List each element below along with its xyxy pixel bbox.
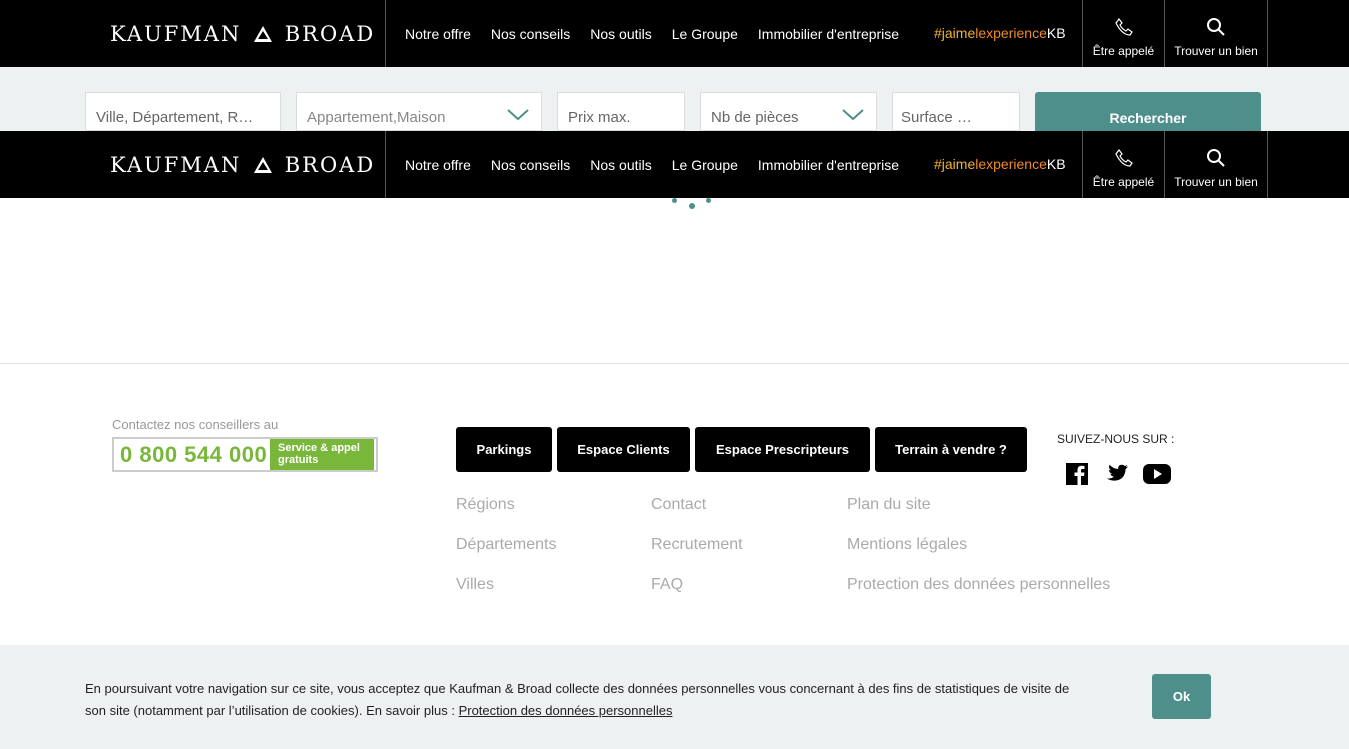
loading-spinner: [672, 198, 714, 210]
chevron-down-icon: [842, 109, 864, 121]
phone-tag-line1: Service & appel: [278, 442, 360, 454]
nav-le-groupe[interactable]: Le Groupe: [672, 26, 738, 42]
header-divider: [385, 0, 386, 67]
search-button[interactable]: Rechercher: [1035, 92, 1261, 131]
footer-divider: [0, 363, 1349, 364]
nav-nos-outils[interactable]: Nos outils: [590, 157, 651, 173]
hashtag-part3: KB: [1046, 156, 1066, 172]
main-header: KAUFMAN BROAD Notre offre Nos conseils N…: [0, 0, 1349, 67]
rooms-select[interactable]: Nb de pièces: [700, 92, 877, 131]
nav-notre-offre[interactable]: Notre offre: [405, 26, 471, 42]
sticky-header: KAUFMAN BROAD Notre offre Nos conseils N…: [0, 131, 1349, 198]
espace-clients-button[interactable]: Espace Clients: [557, 427, 690, 472]
property-type-select[interactable]: Appartement,Maison: [296, 92, 542, 131]
phone-number-badge[interactable]: 0 800 544 000 Service & appel gratuits: [112, 437, 378, 472]
footer-link-mentions-legales[interactable]: Mentions légales: [847, 536, 967, 554]
header-divider: [385, 131, 386, 198]
logo-triangle-icon: [254, 26, 273, 42]
nav-nos-conseils[interactable]: Nos conseils: [491, 157, 570, 173]
phone-icon: [1114, 18, 1133, 36]
property-type-label: Appartement,Maison: [307, 109, 446, 126]
terrain-a-vendre-button[interactable]: Terrain à vendre ?: [875, 427, 1027, 472]
call-me-button[interactable]: Être appelé: [1083, 0, 1164, 67]
follow-us-label: SUIVEZ-NOUS SUR :: [1057, 432, 1175, 446]
find-property-button[interactable]: Trouver un bien: [1165, 0, 1267, 67]
find-property-label: Trouver un bien: [1174, 44, 1258, 58]
nav-nos-outils[interactable]: Nos outils: [590, 26, 651, 42]
logo-text-left: KAUFMAN: [110, 22, 242, 46]
footer-link-contact[interactable]: Contact: [651, 496, 706, 514]
call-me-label: Être appelé: [1092, 44, 1155, 58]
logo-text-left: KAUFMAN: [110, 153, 242, 177]
hashtag-link[interactable]: #jaimelexperienceKB: [934, 156, 1066, 172]
footer-link-villes[interactable]: Villes: [456, 576, 494, 594]
find-property-button[interactable]: Trouver un bien: [1165, 131, 1267, 198]
espace-prescripteurs-button[interactable]: Espace Prescripteurs: [695, 427, 870, 472]
nav-le-groupe[interactable]: Le Groupe: [672, 157, 738, 173]
nav-immobilier-entreprise[interactable]: Immobilier d'entreprise: [758, 157, 899, 173]
footer-link-recrutement[interactable]: Recrutement: [651, 536, 743, 554]
hashtag-part3: KB: [1046, 25, 1066, 41]
nav-immobilier-entreprise[interactable]: Immobilier d'entreprise: [758, 26, 899, 42]
logo-triangle-icon: [254, 157, 273, 173]
search-icon: [1207, 149, 1225, 167]
main-nav: Notre offre Nos conseils Nos outils Le G…: [405, 131, 899, 198]
footer-link-faq[interactable]: FAQ: [651, 576, 683, 594]
rooms-label: Nb de pièces: [711, 109, 799, 126]
main-nav: Notre offre Nos conseils Nos outils Le G…: [405, 0, 899, 67]
hashtag-part1: #jaime: [934, 25, 976, 41]
nav-notre-offre[interactable]: Notre offre: [405, 157, 471, 173]
phone-tag: Service & appel gratuits: [270, 439, 374, 470]
phone-tag-line2: gratuits: [278, 454, 319, 466]
call-me-label: Être appelé: [1092, 175, 1155, 189]
cookie-ok-button[interactable]: Ok: [1152, 674, 1211, 719]
find-property-label: Trouver un bien: [1174, 175, 1258, 189]
footer-link-protection-donnees[interactable]: Protection des données personnelles: [847, 576, 1110, 594]
hashtag-part1: #jaime: [934, 156, 976, 172]
search-icon: [1207, 18, 1225, 36]
nav-nos-conseils[interactable]: Nos conseils: [491, 26, 570, 42]
facebook-icon[interactable]: [1066, 463, 1088, 485]
youtube-icon[interactable]: [1143, 463, 1171, 485]
kaufman-broad-logo[interactable]: KAUFMAN BROAD: [110, 153, 375, 177]
footer-link-departements[interactable]: Départements: [456, 536, 557, 554]
phone-icon: [1114, 149, 1133, 167]
contact-label: Contactez nos conseillers au: [112, 417, 279, 432]
hashtag-part2: lexperience: [975, 156, 1047, 172]
header-divider: [1267, 131, 1268, 198]
cookie-banner: En poursuivant votre navigation sur ce s…: [0, 645, 1349, 749]
kaufman-broad-logo[interactable]: KAUFMAN BROAD: [110, 22, 375, 46]
phone-number: 0 800 544 000: [120, 441, 268, 467]
twitter-icon[interactable]: [1105, 463, 1129, 485]
cookie-privacy-link[interactable]: Protection des données personnelles: [459, 703, 673, 718]
cookie-text: En poursuivant votre navigation sur ce s…: [85, 678, 1085, 722]
max-price-input[interactable]: Prix max.: [557, 92, 685, 131]
footer-link-regions[interactable]: Régions: [456, 496, 515, 514]
header-divider: [1267, 0, 1268, 67]
hashtag-part2: lexperience: [975, 25, 1047, 41]
call-me-button[interactable]: Être appelé: [1083, 131, 1164, 198]
parkings-button[interactable]: Parkings: [456, 427, 552, 472]
logo-text-right: BROAD: [284, 22, 376, 46]
chevron-down-icon: [507, 109, 529, 121]
location-input[interactable]: Ville, Département, R…: [85, 92, 281, 131]
logo-text-right: BROAD: [284, 153, 376, 177]
footer-link-plan-du-site[interactable]: Plan du site: [847, 496, 931, 514]
hashtag-link[interactable]: #jaimelexperienceKB: [934, 25, 1066, 41]
surface-input[interactable]: Surface …: [892, 92, 1020, 131]
